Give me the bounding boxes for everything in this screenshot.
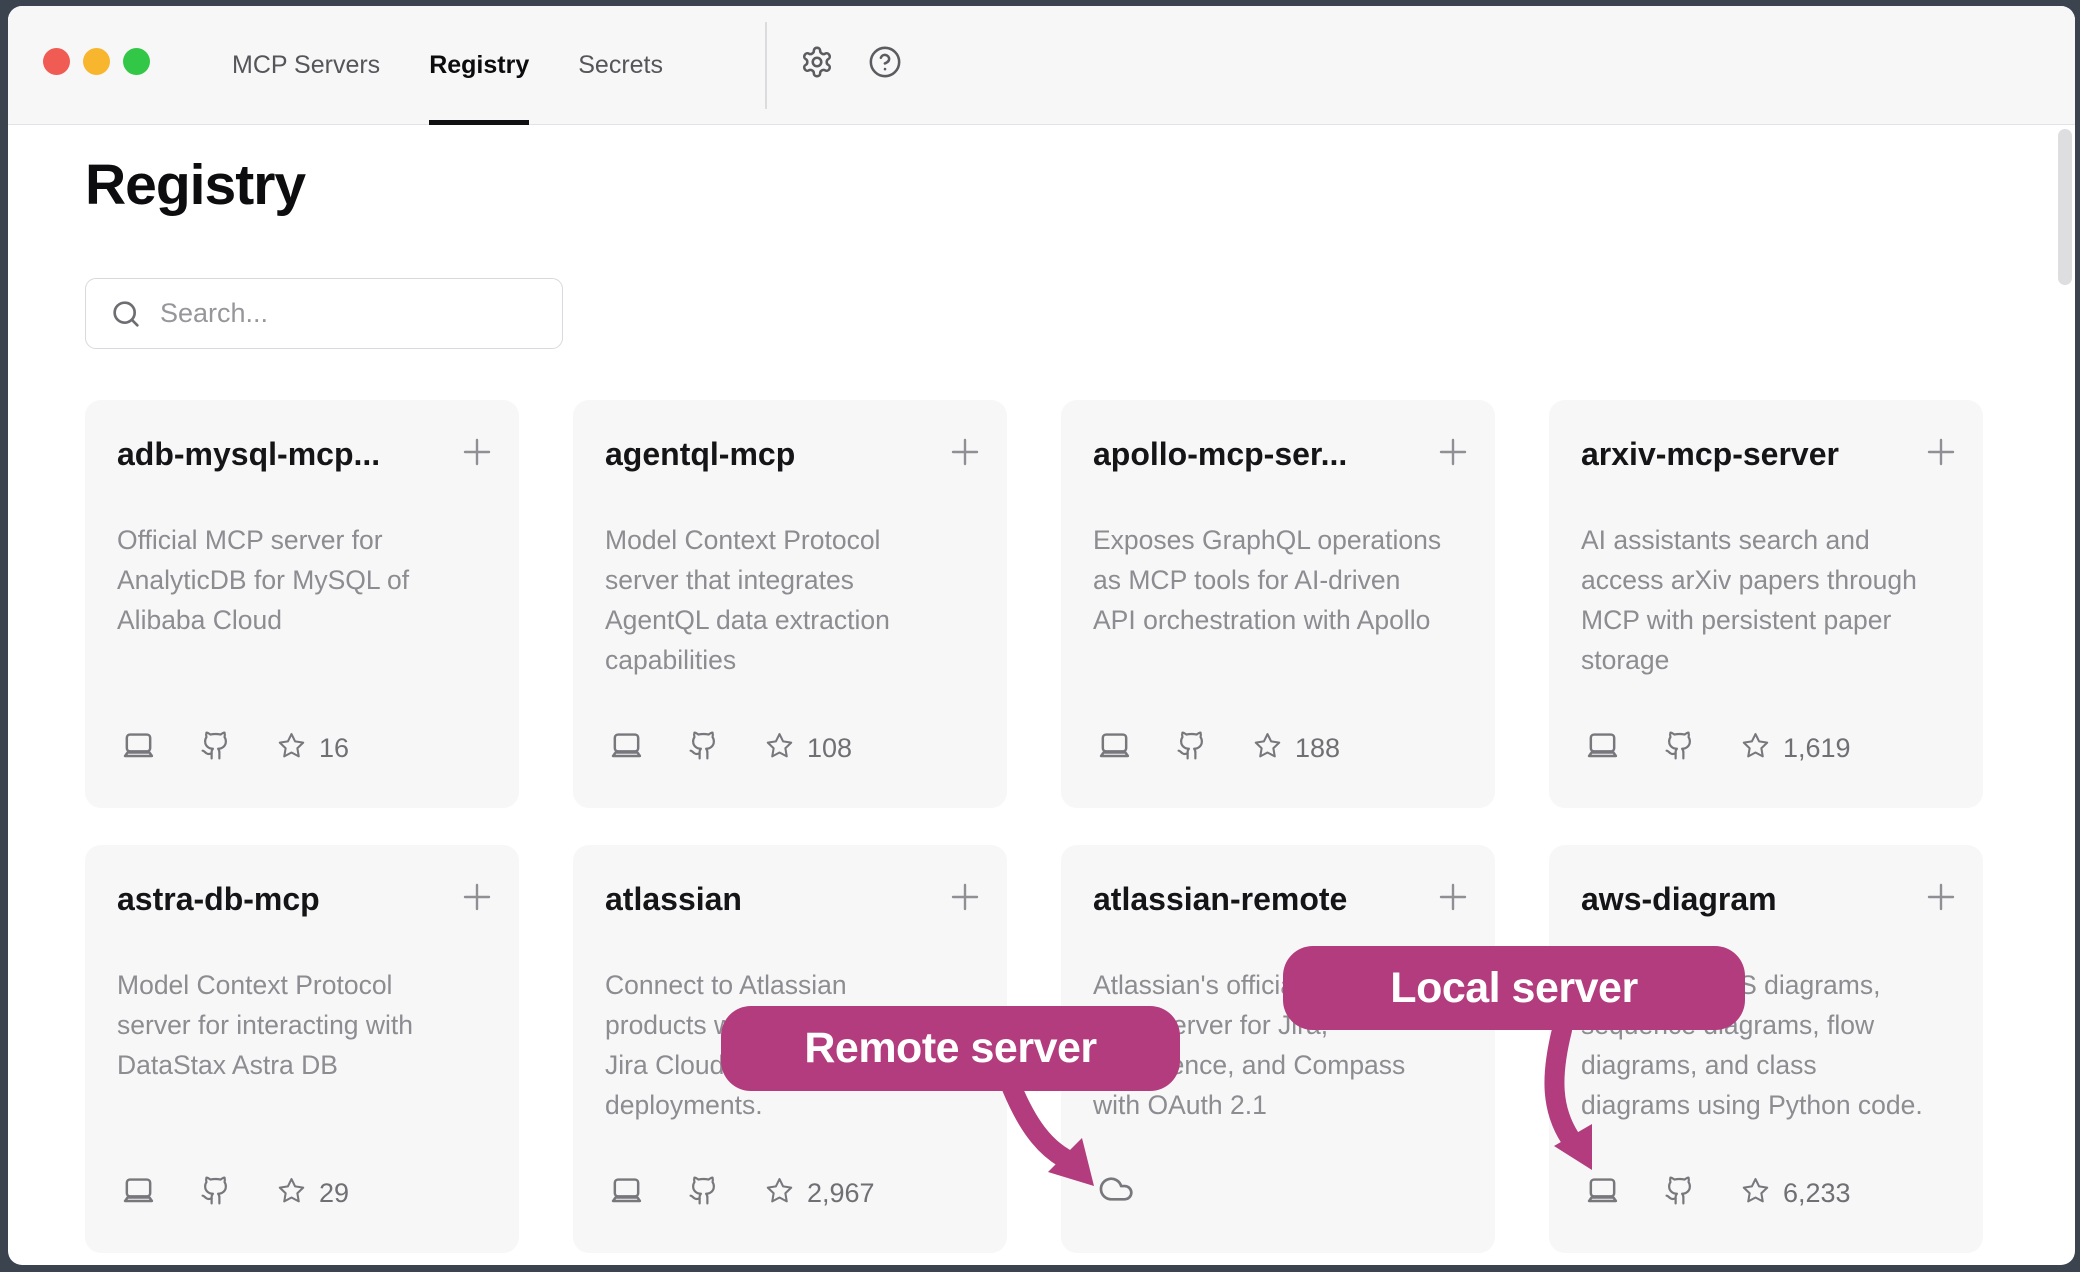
tab-mcp-servers[interactable]: MCP Servers: [232, 6, 380, 125]
settings-gear-icon[interactable]: [800, 45, 834, 79]
search-input[interactable]: [160, 279, 550, 348]
star-count: 6,233: [1783, 1178, 1851, 1209]
app-window: MCP Servers Registry Secrets Registry: [8, 6, 2075, 1265]
page-title: Registry: [85, 152, 305, 218]
active-tab-underline: [429, 120, 529, 125]
search-box: [85, 278, 563, 349]
star-icon: [765, 731, 794, 765]
server-card-aws-diagram[interactable]: aws-diagram Generate AWS diagrams, seque…: [1549, 845, 1983, 1253]
help-icon[interactable]: [868, 45, 902, 79]
star-count: 2,967: [807, 1178, 875, 1209]
laptop-icon: [1585, 1173, 1620, 1213]
server-name: astra-db-mcp: [117, 879, 320, 919]
add-server-button[interactable]: [947, 879, 983, 915]
server-description: Connect to Atlassian products with suppo…: [605, 965, 895, 1125]
star-count: 188: [1295, 733, 1340, 764]
search-icon: [110, 298, 142, 330]
server-name: apollo-mcp-ser...: [1093, 434, 1347, 474]
server-name: aws-diagram: [1581, 879, 1777, 919]
server-description: Model Context Protocol server for intera…: [117, 965, 413, 1085]
server-description: Official MCP server for AnalyticDB for M…: [117, 520, 409, 640]
github-icon[interactable]: [200, 1175, 231, 1211]
laptop-icon: [121, 728, 156, 768]
server-name: atlassian: [605, 879, 742, 919]
add-server-button[interactable]: [459, 879, 495, 915]
cloud-icon: [1097, 1170, 1135, 1213]
laptop-icon: [1585, 728, 1620, 768]
add-server-button[interactable]: [947, 434, 983, 470]
add-server-button[interactable]: [1435, 434, 1471, 470]
github-icon[interactable]: [1664, 1175, 1695, 1211]
star-icon: [1253, 731, 1282, 765]
star-icon: [1741, 731, 1770, 765]
github-icon[interactable]: [688, 730, 719, 766]
close-button[interactable]: [43, 48, 70, 75]
server-name: agentql-mcp: [605, 434, 795, 474]
add-server-button[interactable]: [1435, 879, 1471, 915]
laptop-icon: [609, 1173, 644, 1213]
star-count: 29: [319, 1178, 349, 1209]
laptop-icon: [1097, 728, 1132, 768]
github-icon[interactable]: [1176, 730, 1207, 766]
add-server-button[interactable]: [459, 434, 495, 470]
nav-tabs: MCP Servers Registry Secrets: [232, 6, 663, 125]
add-server-button[interactable]: [1923, 434, 1959, 470]
server-description: Generate AWS diagrams, sequence diagrams…: [1581, 965, 1923, 1125]
server-card-atlassian[interactable]: atlassian Connect to Atlassian products …: [573, 845, 1007, 1253]
github-icon[interactable]: [200, 730, 231, 766]
zoom-button[interactable]: [123, 48, 150, 75]
scrollbar-thumb[interactable]: [2058, 129, 2072, 285]
star-count: 16: [319, 733, 349, 764]
minimize-button[interactable]: [83, 48, 110, 75]
server-description: AI assistants search and access arXiv pa…: [1581, 520, 1917, 680]
star-icon: [765, 1176, 794, 1210]
laptop-icon: [121, 1173, 156, 1213]
server-card-astra-db-mcp[interactable]: astra-db-mcp Model Context Protocol serv…: [85, 845, 519, 1253]
github-icon[interactable]: [688, 1175, 719, 1211]
server-card-grid: adb-mysql-mcp... Official MCP server for…: [85, 400, 1983, 1253]
star-count: 1,619: [1783, 733, 1851, 764]
titlebar: MCP Servers Registry Secrets: [8, 6, 2075, 125]
server-name: adb-mysql-mcp...: [117, 434, 380, 474]
star-icon: [277, 731, 306, 765]
server-card-agentql-mcp[interactable]: agentql-mcp Model Context Protocol serve…: [573, 400, 1007, 808]
add-server-button[interactable]: [1923, 879, 1959, 915]
star-icon: [1741, 1176, 1770, 1210]
server-name: atlassian-remote: [1093, 879, 1347, 919]
star-count: 108: [807, 733, 852, 764]
toolbar-divider: [765, 22, 767, 109]
star-icon: [277, 1176, 306, 1210]
tab-secrets[interactable]: Secrets: [578, 6, 663, 125]
server-card-adb-mysql-mcp[interactable]: adb-mysql-mcp... Official MCP server for…: [85, 400, 519, 808]
server-description: Atlassian's official remote MCP server f…: [1093, 965, 1405, 1125]
server-card-arxiv-mcp-server[interactable]: arxiv-mcp-server AI assistants search an…: [1549, 400, 1983, 808]
github-icon[interactable]: [1664, 730, 1695, 766]
traffic-lights: [43, 48, 150, 75]
server-card-atlassian-remote[interactable]: atlassian-remote Atlassian's official re…: [1061, 845, 1495, 1253]
tab-registry[interactable]: Registry: [429, 6, 529, 125]
server-card-apollo-mcp-server[interactable]: apollo-mcp-ser... Exposes GraphQL operat…: [1061, 400, 1495, 808]
server-description: Exposes GraphQL operations as MCP tools …: [1093, 520, 1441, 640]
server-name: arxiv-mcp-server: [1581, 434, 1839, 474]
server-description: Model Context Protocol server that integ…: [605, 520, 890, 680]
desktop-background: MCP Servers Registry Secrets Registry: [0, 0, 2080, 1272]
laptop-icon: [609, 728, 644, 768]
